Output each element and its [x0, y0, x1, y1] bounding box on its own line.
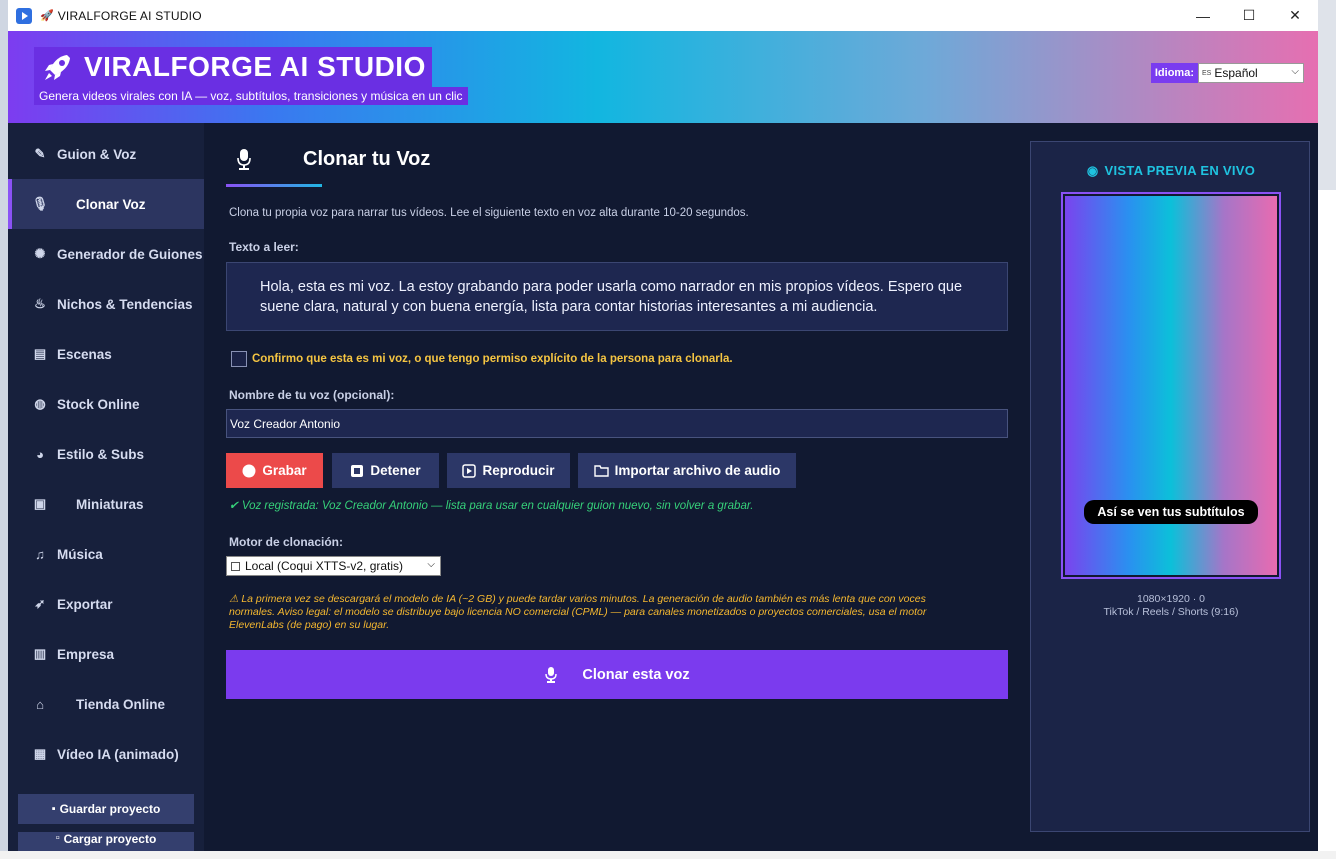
rocket-icon: ➶	[34, 596, 46, 611]
load-project-button[interactable]: ▫ Cargar proyecto	[18, 832, 194, 851]
palette-icon: ◕	[36, 446, 44, 462]
taskbar-edge	[0, 851, 1336, 859]
globe-icon: ◍	[34, 396, 46, 411]
language-value: Español	[1214, 66, 1258, 80]
fire-icon: ♨	[34, 296, 46, 311]
play-button[interactable]: Reproducir	[447, 453, 570, 488]
clone-voice-button[interactable]: Clonar esta voz	[226, 650, 1008, 699]
app-window: 🚀 VIRALFORGE AI STUDIO — ☐ ✕ VIRALFORGE …	[8, 0, 1318, 851]
clapper-icon: ▤	[33, 346, 47, 361]
sidebar-item-escenas[interactable]: ▤ Escenas	[8, 329, 204, 379]
brand: VIRALFORGE AI STUDIO	[34, 47, 432, 87]
engine-value: Local (Coqui XTTS-v2, gratis)	[245, 559, 404, 573]
engine-dropdown[interactable]: Local (Coqui XTTS-v2, gratis) ⌵	[226, 556, 441, 576]
phone-preview: Así se ven tus subtítulos	[1061, 192, 1281, 579]
chevron-down-icon: ⌵	[427, 559, 435, 570]
window-title: VIRALFORGE AI STUDIO	[57, 8, 202, 23]
microphone-icon	[545, 666, 558, 683]
maximize-button[interactable]: ☐	[1226, 0, 1272, 31]
language-selector: Idioma: ES Español ⌵	[1150, 63, 1304, 83]
sidebar-item-miniaturas[interactable]: ▣ Miniaturas	[8, 479, 204, 529]
app-icon	[16, 7, 32, 24]
section-description: Clona tu propia voz para narrar tus víde…	[229, 207, 749, 219]
title-underline	[226, 184, 322, 187]
sidebar-item-clonar-voz[interactable]: 🎙 Clonar Voz	[8, 179, 204, 229]
save-project-button[interactable]: ▪ Guardar proyecto	[18, 794, 194, 824]
warning-note: ⚠ La primera vez se descargará el modelo…	[229, 593, 927, 631]
sidebar-item-nichos-tendencias[interactable]: ♨ Nichos & Tendencias	[8, 279, 204, 329]
status-message: ✔ Voz registrada: Voz Creador Antonio — …	[229, 500, 754, 512]
building-icon: ▥	[33, 646, 47, 661]
sidebar-item-stock-online[interactable]: ◍ Stock Online	[8, 379, 204, 429]
language-label: Idioma:	[1150, 63, 1198, 83]
folder-icon	[593, 464, 609, 477]
microphone-icon: 🎙	[31, 196, 49, 211]
read-text-box: Hola, esta es mi voz. La estoy grabando …	[226, 262, 1008, 331]
sidebar-item-guion-voz[interactable]: ✎ Guion & Voz	[8, 129, 204, 179]
preview-resolution: 1080×1920 · 0	[1136, 593, 1206, 605]
engine-icon	[231, 561, 240, 571]
close-button[interactable]: ✕	[1272, 0, 1318, 31]
preview-title: ◉ VISTA PREVIA EN VIVO	[1086, 163, 1256, 178]
tagline: Genera videos virales con IA — voz, subt…	[34, 87, 468, 105]
live-preview-panel: ◉ VISTA PREVIA EN VIVO Así se ven tus sub…	[1030, 141, 1310, 832]
header-banner: VIRALFORGE AI STUDIO Genera videos viral…	[8, 31, 1318, 123]
desktop-background	[0, 0, 8, 859]
minimize-button[interactable]: —	[1180, 0, 1226, 31]
engine-label: Motor de clonación:	[229, 535, 343, 549]
stop-icon	[350, 464, 364, 478]
consent-checkbox[interactable]	[231, 351, 247, 367]
chevron-down-icon: ⌵	[1291, 66, 1299, 77]
background-window-edge	[1318, 190, 1336, 859]
title-bar: 🚀 VIRALFORGE AI STUDIO — ☐ ✕	[8, 0, 1318, 31]
record-icon	[242, 464, 256, 478]
image-icon: ▣	[33, 496, 47, 511]
microphone-icon	[237, 149, 251, 170]
record-button[interactable]: Grabar	[226, 453, 323, 488]
music-icon: ♫	[35, 546, 45, 562]
consent-row[interactable]: Confirmo que esta es mi voz, o que tengo…	[231, 351, 733, 367]
flag-icon: ES	[1202, 69, 1212, 77]
sidebar: ✎ Guion & Voz 🎙 Clonar Voz ✺ Generador d…	[8, 123, 204, 851]
section-header: Clonar tu Voz	[226, 147, 430, 171]
language-dropdown[interactable]: ES Español ⌵	[1198, 63, 1304, 83]
preview-formats: TikTok / Reels / Shorts (9:16)	[1103, 606, 1239, 618]
rocket-icon: 🚀	[40, 10, 54, 22]
sidebar-item-generador-guiones[interactable]: ✺ Generador de Guiones	[8, 229, 204, 279]
read-text-label: Texto a leer:	[229, 240, 299, 254]
sidebar-item-estilo-subs[interactable]: ◕ Estilo & Subs	[8, 429, 204, 479]
voice-name-input[interactable]: Voz Creador Antonio	[226, 409, 1008, 438]
sidebar-item-tienda-online[interactable]: ⌂ Tienda Online	[8, 679, 204, 729]
folder-icon: ▫	[55, 832, 60, 844]
main-panel: Clonar tu Voz Clona tu propia voz para n…	[226, 123, 1008, 851]
consent-label: Confirmo que esta es mi voz, o que tengo…	[252, 353, 733, 365]
stop-button[interactable]: Detener	[332, 453, 439, 488]
subtitle-sample: Así se ven tus subtítulos	[1084, 500, 1258, 524]
import-audio-button[interactable]: Importar archivo de audio	[578, 453, 796, 488]
page-title: Clonar tu Voz	[303, 147, 431, 170]
sidebar-item-video-ia[interactable]: ▦ Vídeo IA (animado)	[8, 729, 204, 779]
film-icon: ▦	[33, 746, 47, 761]
sidebar-item-musica[interactable]: ♫ Música	[8, 529, 204, 579]
eye-icon: ◉	[1086, 163, 1099, 178]
sidebar-item-exportar[interactable]: ➶ Exportar	[8, 579, 204, 629]
rocket-icon	[45, 55, 70, 80]
save-icon: ▪	[51, 803, 56, 815]
store-icon: ⌂	[36, 696, 44, 712]
script-icon: ✎	[34, 146, 46, 161]
sidebar-item-empresa[interactable]: ▥ Empresa	[8, 629, 204, 679]
play-icon	[462, 463, 477, 478]
brain-icon: ✺	[34, 246, 46, 261]
voice-name-label: Nombre de tu voz (opcional):	[229, 388, 395, 402]
brand-name: VIRALFORGE AI STUDIO	[84, 51, 426, 82]
